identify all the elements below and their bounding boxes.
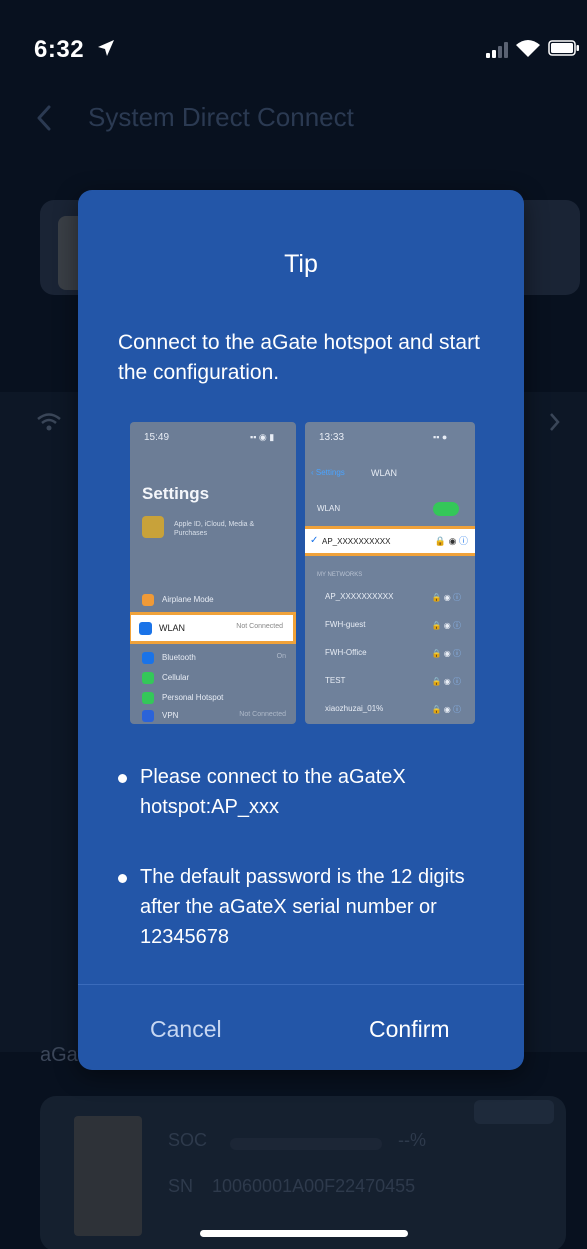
mini-row-cellular: Cellular: [142, 670, 292, 688]
bullet-text: Please connect to the aGateX hotspot:AP_…: [140, 766, 406, 818]
network-name: FWH-Office: [325, 648, 367, 657]
wlan-screenshot: 13:33 ▪▪ ● ‹ Settings WLAN WLAN ✓ AP_XXX…: [305, 422, 475, 724]
network-icons: 🔒 ◉ ⓘ: [431, 705, 461, 714]
cancel-button[interactable]: Cancel: [150, 1016, 222, 1043]
mini-wlan-toggle-label: WLAN: [317, 504, 341, 513]
mini-row-label: Personal Hotspot: [162, 693, 224, 702]
mini-row-label: VPN: [162, 711, 179, 720]
dialog-title: Tip: [284, 250, 318, 278]
checkmark-icon: ✓: [310, 535, 319, 546]
confirm-button[interactable]: Confirm: [369, 1016, 450, 1043]
mini-profile-row: Apple ID, iCloud, Media & Purchases: [130, 516, 296, 546]
hotspot-icon: [142, 692, 154, 704]
wlan-value: Not Connected: [236, 623, 283, 630]
phone-screen: System Direct Connect aGa SOC --% SN 100…: [0, 0, 587, 1249]
network-name: xiaozhuzai_01%: [325, 704, 384, 713]
network-icons: 🔒 ◉ ⓘ: [431, 593, 461, 602]
mini-row-label: Bluetooth: [162, 653, 196, 662]
status-time: 6:32: [34, 36, 85, 63]
mini-time: 15:49: [144, 432, 170, 443]
wlan-label: WLAN: [159, 623, 186, 633]
soc-label: SOC: [168, 1130, 208, 1150]
chevron-right-icon[interactable]: [548, 412, 560, 432]
dialog-divider: [78, 984, 524, 985]
mini-row-label: Cellular: [162, 673, 190, 682]
network-row: FWH-guest 🔒 ◉ ⓘ: [325, 620, 465, 636]
network-row: AP_XXXXXXXXXX 🔒 ◉ ⓘ: [325, 592, 465, 608]
network-icons: 🔒 ◉ ⓘ: [431, 649, 461, 658]
mini-toggle: [433, 502, 459, 516]
lock-wifi-info-icons: 🔒 ◉ ⓘ: [434, 536, 468, 546]
network-row: xiaozhuzai_01% 🔒 ◉ ⓘ: [325, 704, 465, 720]
mini-avatar: [142, 516, 164, 538]
mini-row-airplane: Airplane Mode: [142, 592, 292, 610]
airplane-icon: [142, 594, 154, 606]
network-name: AP_XXXXXXXXXX: [325, 592, 394, 601]
dialog-message: Connect to the aGate hotspot and start t…: [118, 331, 480, 384]
mini-row-label: Airplane Mode: [162, 595, 214, 604]
wifi-status-icon: [516, 40, 540, 57]
bluetooth-icon: [142, 652, 154, 664]
mini-status-icons: ▪▪ ●: [433, 432, 448, 442]
mini-time: 13:33: [319, 432, 345, 443]
network-row: FWH-Office 🔒 ◉ ⓘ: [325, 648, 465, 664]
sn-label: SN: [168, 1176, 194, 1196]
ap-network-highlight: ✓ AP_XXXXXXXXXX 🔒 ◉ ⓘ: [305, 526, 475, 556]
tip-dialog: Tip Connect to the aGate hotspot and sta…: [78, 190, 524, 1070]
mini-status-icons: ▪▪ ◉ ▮: [250, 432, 275, 442]
mini-row-vpn: VPN Not Connected: [142, 708, 292, 724]
network-icons: 🔒 ◉ ⓘ: [431, 677, 461, 686]
mini-back-label: Settings: [315, 468, 345, 477]
home-indicator[interactable]: [200, 1230, 408, 1237]
section-label: aGa: [40, 1044, 78, 1066]
mini-wlan-title: WLAN: [371, 468, 398, 478]
cellular-signal-icon: [486, 42, 508, 58]
mini-row-value: On: [276, 653, 286, 660]
mini-row-hotspot: Personal Hotspot: [142, 690, 292, 708]
back-chevron-icon[interactable]: [36, 104, 52, 132]
mini-profile-text: Apple ID, iCloud, Media & Purchases: [174, 521, 255, 537]
mini-settings-title: Settings: [142, 484, 210, 503]
ap-network-label: AP_XXXXXXXXXX: [322, 537, 391, 546]
bullet-dot-icon: [118, 774, 127, 783]
battery-icon: [548, 40, 579, 56]
mini-row-bluetooth: Bluetooth On: [142, 650, 292, 668]
soc-bar: [230, 1138, 382, 1150]
network-name: FWH-guest: [325, 620, 366, 629]
vpn-icon: [142, 710, 154, 722]
soc-value: --%: [398, 1130, 426, 1150]
instruction-image: 15:49 ▪▪ ◉ ▮ Settings Apple ID, iCloud, …: [130, 422, 475, 724]
wifi-icon: [37, 413, 61, 431]
network-name: TEST: [325, 676, 346, 685]
mini-row-value: Not Connected: [239, 711, 286, 718]
bullet-dot-icon: [118, 874, 127, 883]
nav-title: System Direct Connect: [88, 102, 354, 132]
location-arrow-icon: [98, 40, 114, 56]
mini-back-link: ‹ Settings: [311, 468, 345, 477]
network-row: TEST 🔒 ◉ ⓘ: [325, 676, 465, 692]
network-icons: 🔒 ◉ ⓘ: [431, 621, 461, 630]
cellular-icon: [142, 672, 154, 684]
sn-value: 10060001A00F22470455: [212, 1176, 416, 1196]
wlan-icon: [139, 622, 152, 635]
settings-screenshot: 15:49 ▪▪ ◉ ▮ Settings Apple ID, iCloud, …: [130, 422, 296, 724]
mini-section-label: MY NETWORKS: [317, 572, 363, 578]
wlan-row-highlight: WLAN Not Connected: [130, 612, 296, 644]
bullet-text: The default password is the 12 digits af…: [140, 866, 465, 948]
status-badge: [474, 1100, 554, 1124]
device-image: [74, 1116, 142, 1236]
